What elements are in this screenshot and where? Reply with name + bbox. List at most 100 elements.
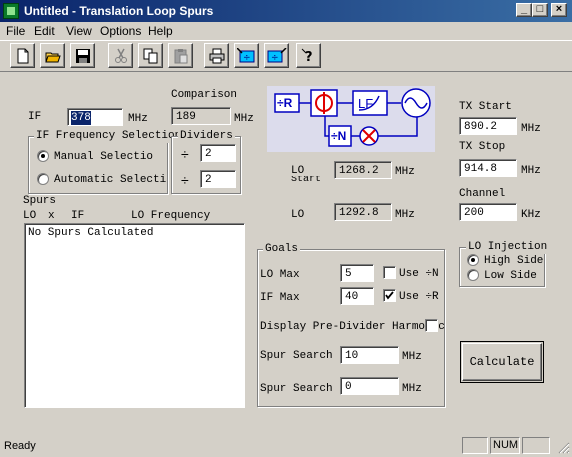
tx-stop-input[interactable]: 914.8 <box>459 159 517 177</box>
use-n-checkbox[interactable] <box>383 266 396 279</box>
lo1-sublabel: Start <box>291 176 322 182</box>
open-folder-icon <box>45 52 61 63</box>
copy-button[interactable] <box>138 43 163 68</box>
spurs-col-lo: LO <box>23 210 37 222</box>
pre-divider-checkbox[interactable] <box>425 319 438 332</box>
save-icon <box>76 49 90 63</box>
manual-selection-label[interactable]: Manual Selectio <box>54 150 153 164</box>
if-frequency-selection-legend: IF Frequency Selection <box>34 129 184 143</box>
menu-view[interactable]: View <box>66 23 92 39</box>
spur-search1-input[interactable]: 10 <box>340 346 399 364</box>
maximize-button[interactable]: □ <box>532 3 548 17</box>
spur-search2-input[interactable]: 0 <box>340 377 399 395</box>
divider-display-icon: ÷ <box>237 48 255 63</box>
close-button[interactable]: × <box>551 3 567 17</box>
menu-options[interactable]: Options <box>100 23 141 39</box>
manual-selection-radio[interactable] <box>37 150 49 162</box>
cut-icon <box>115 48 127 63</box>
svg-text:?: ? <box>305 50 313 64</box>
print-icon <box>209 48 225 64</box>
spur-search1-unit: MHz <box>402 351 422 363</box>
spur-search2-unit: MHz <box>402 383 422 395</box>
channel-value: 200 <box>464 207 484 219</box>
if-input-value: 378 <box>71 111 91 125</box>
if-unit: MHz <box>128 113 148 125</box>
menu-edit[interactable]: Edit <box>34 23 55 39</box>
high-side-radio[interactable] <box>467 254 479 266</box>
n-divider-block: ÷N <box>331 129 347 143</box>
spurs-title: Spurs <box>23 195 57 207</box>
tx-stop-label: TX Stop <box>459 141 506 153</box>
divider-select-button[interactable]: ÷ <box>264 43 289 68</box>
spurs-listbox[interactable]: No Spurs Calculated <box>24 223 245 408</box>
divider-select-icon: ÷ <box>267 48 287 63</box>
if-max-input[interactable]: 40 <box>340 287 374 305</box>
cut-button[interactable] <box>108 43 133 68</box>
tx-stop-value: 914.8 <box>464 163 498 175</box>
lo1-field: 1268.2 <box>334 161 392 179</box>
if-input[interactable]: 378 <box>67 108 123 126</box>
channel-label: Channel <box>459 188 506 200</box>
menu-file[interactable]: File <box>6 23 25 39</box>
paste-button[interactable] <box>168 43 193 68</box>
lo2-unit: MHz <box>395 209 415 221</box>
num-lock-indicator: NUM <box>493 439 519 451</box>
automatic-selection-label[interactable]: Automatic Selecti <box>54 173 166 187</box>
close-icon: × <box>555 3 563 15</box>
tx-start-value: 890.2 <box>464 121 498 133</box>
maximize-icon: □ <box>536 3 544 15</box>
calculate-button[interactable]: Calculate <box>460 341 544 383</box>
minimize-button[interactable]: _ <box>516 3 532 17</box>
help-button[interactable]: ? <box>296 43 321 68</box>
lo1-value: 1268.2 <box>339 165 379 177</box>
automatic-selection-radio[interactable] <box>37 173 49 185</box>
divider-display-button[interactable]: ÷ <box>234 43 259 68</box>
goals-legend: Goals <box>263 242 301 256</box>
save-button[interactable] <box>70 43 95 68</box>
print-button[interactable] <box>204 43 229 68</box>
spurs-col-x: x <box>48 210 55 222</box>
comparison-value: 189 <box>176 111 196 123</box>
copy-icon <box>143 48 158 64</box>
divider2-input[interactable]: 2 <box>200 170 236 188</box>
comparison-label: Comparison <box>171 89 238 101</box>
lo2-value: 1292.8 <box>339 207 379 219</box>
if-label: IF <box>28 111 42 123</box>
tx-start-input[interactable]: 890.2 <box>459 117 517 135</box>
open-button[interactable] <box>40 43 65 68</box>
r-divider-block: ÷R <box>277 96 293 110</box>
status-pane-num: NUM <box>490 437 520 454</box>
lo-max-input[interactable]: 5 <box>340 264 374 282</box>
tx-start-label: TX Start <box>459 101 512 113</box>
status-text: Ready <box>4 440 36 452</box>
use-r-label[interactable]: Use ÷R <box>399 290 439 304</box>
lo2-label: LO <box>291 209 305 221</box>
pre-divider-label: Display Pre-Divider Harmonic <box>260 321 445 333</box>
tx-stop-unit: MHz <box>521 165 541 177</box>
channel-input[interactable]: 200 <box>459 203 517 221</box>
channel-unit: KHz <box>521 209 541 221</box>
divider2-symbol: ÷ <box>181 172 189 188</box>
app-icon[interactable] <box>3 3 19 19</box>
menu-help[interactable]: Help <box>148 23 173 39</box>
minimize-icon: _ <box>520 3 528 15</box>
spurs-col-lo-frequency: LO Frequency <box>131 210 211 222</box>
lo-max-label: LO Max <box>260 269 300 281</box>
new-button[interactable] <box>10 43 35 68</box>
spur-search2-label: Spur Search <box>260 383 333 395</box>
divider1-symbol: ÷ <box>181 146 189 162</box>
use-n-label[interactable]: Use ÷N <box>399 267 439 281</box>
calculate-label: Calculate <box>462 343 542 381</box>
divider1-input[interactable]: 2 <box>200 144 236 162</box>
status-pane-caps <box>462 437 488 454</box>
divider1-value: 2 <box>205 148 212 160</box>
low-side-label[interactable]: Low Side <box>484 269 537 283</box>
use-r-checkbox[interactable] <box>383 289 396 302</box>
lo2-field: 1292.8 <box>334 203 392 221</box>
loop-filter-block: LF <box>358 96 374 111</box>
lo-injection-legend: LO Injection <box>466 240 550 254</box>
resize-grip-icon[interactable] <box>556 440 570 454</box>
low-side-radio[interactable] <box>467 269 479 281</box>
high-side-label[interactable]: High Side <box>484 254 543 268</box>
spurs-col-if: IF <box>71 210 85 222</box>
